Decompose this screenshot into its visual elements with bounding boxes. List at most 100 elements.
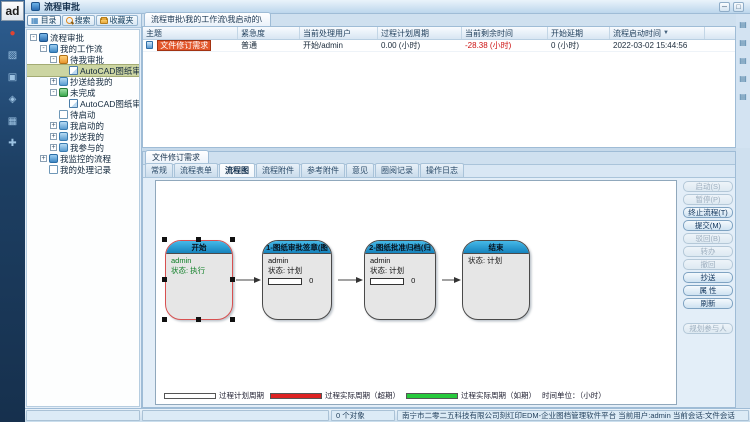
- main-content: 流程审批\我的工作流\我启动的\ 主题 紧急度 当前处理用户 过程计划周期 当前…: [142, 14, 736, 408]
- cc-icon: [59, 77, 68, 86]
- tree-item-participated[interactable]: + 我参与的: [27, 142, 139, 153]
- document-icon[interactable]: ▤: [736, 36, 750, 50]
- expander-icon[interactable]: +: [50, 144, 57, 151]
- tab-review-records[interactable]: 圈阅记录: [375, 163, 419, 177]
- cc-by-me-icon: [59, 132, 68, 141]
- expander-icon[interactable]: +: [50, 133, 57, 140]
- selection-handle[interactable]: [196, 237, 201, 242]
- submit-button[interactable]: 提交(M): [683, 220, 733, 231]
- tree-item-to-start[interactable]: 待启动: [27, 109, 139, 120]
- tree-item-autocad-flow[interactable]: AutoCAD图纸审批归档流程 (1): [27, 98, 139, 109]
- selection-handle[interactable]: [162, 317, 167, 322]
- progress-value: 0: [309, 276, 313, 285]
- chart-icon[interactable]: ▨: [0, 47, 25, 65]
- settings-icon[interactable]: ✚: [0, 135, 25, 153]
- flow-icon[interactable]: ◈: [0, 91, 25, 109]
- favorites-button[interactable]: 收藏夹: [96, 15, 138, 26]
- selection-handle[interactable]: [196, 317, 201, 322]
- col-remaining-time[interactable]: 当前剩余时间: [462, 27, 548, 39]
- transfer-button: 转办: [683, 246, 733, 257]
- diagram-legend: 过程计划周期 过程实际周期（超期） 过程实际周期（如期） 时间单位：（小时）: [164, 390, 606, 401]
- tree-item-monitored-flows[interactable]: + 我监控的流程: [27, 153, 139, 164]
- document-icon[interactable]: ▤: [736, 90, 750, 104]
- expander-icon[interactable]: -: [30, 34, 37, 41]
- selection-handle[interactable]: [230, 317, 235, 322]
- status-bar: 0 个对象 南宁市二零二五科技有限公司刻红印EDM-企业图档管理软件平台 当前用…: [25, 408, 750, 422]
- terminate-flow-button[interactable]: 终止流程(T): [683, 207, 733, 218]
- document-tab[interactable]: 文件修订需求: [145, 150, 209, 164]
- tab-flow-form[interactable]: 流程表单: [174, 163, 218, 177]
- workflow-tree: - 流程审批 - 我的工作流 - 待我审批 AutoCAD图纸审批归档流程 (1…: [26, 29, 140, 407]
- tab-operation-log[interactable]: 操作日志: [420, 163, 464, 177]
- to-start-icon: [59, 110, 68, 119]
- tree-item-root[interactable]: - 流程审批: [27, 32, 139, 43]
- tab-reference-attachments[interactable]: 参考附件: [301, 163, 345, 177]
- document-icon[interactable]: ▤: [736, 18, 750, 32]
- tree-item-cc-to-me[interactable]: + 抄送给我的: [27, 76, 139, 87]
- document-icon[interactable]: ▤: [736, 72, 750, 86]
- maximize-icon[interactable]: □: [733, 2, 744, 12]
- expander-icon[interactable]: -: [40, 45, 47, 52]
- cell-subject[interactable]: 文件修订需求: [143, 40, 238, 51]
- col-handler[interactable]: 当前处理用户: [300, 27, 378, 39]
- col-subject[interactable]: 主题: [143, 27, 238, 39]
- breadcrumb-tab[interactable]: 流程审批\我的工作流\我启动的\: [144, 12, 271, 26]
- window-app-icon: [31, 2, 40, 11]
- tree-item-process-records[interactable]: 我的处理记录: [27, 164, 139, 175]
- node-start[interactable]: 开始 admin 状态: 执行: [165, 240, 233, 320]
- node-approval-sign[interactable]: 1-图纸审批签章(图 admin 状态: 计划 0: [262, 240, 332, 320]
- tab-flow-diagram[interactable]: 流程图: [219, 163, 255, 177]
- detail-tabs: 常规 流程表单 流程图 流程附件 参考附件 意见 圈阅记录 操作日志: [143, 165, 735, 178]
- selection-handle[interactable]: [162, 277, 167, 282]
- monitor-icon[interactable]: ▣: [0, 69, 25, 87]
- document-icon[interactable]: ▤: [736, 54, 750, 68]
- properties-button[interactable]: 属 性: [683, 285, 733, 296]
- grid-icon[interactable]: ▦: [0, 113, 25, 131]
- expander-icon[interactable]: +: [40, 155, 47, 162]
- selection-handle[interactable]: [162, 237, 167, 242]
- plan-participants-button: 规划参与人: [683, 323, 733, 334]
- expander-icon[interactable]: -: [50, 56, 57, 63]
- table-header-row: 主题 紧急度 当前处理用户 过程计划周期 当前剩余时间 开始延期 流程启动时间 …: [143, 27, 735, 40]
- selection-handle[interactable]: [230, 277, 235, 282]
- expander-icon[interactable]: +: [50, 122, 57, 129]
- cell-start-delay: 0 (小时): [548, 40, 610, 51]
- search-label: 搜索: [75, 15, 91, 26]
- selection-handle[interactable]: [230, 237, 235, 242]
- expander-icon[interactable]: -: [50, 89, 57, 96]
- col-plan-period[interactable]: 过程计划周期: [378, 27, 462, 39]
- node-archive[interactable]: 2-图纸批准归档(归 admin 状态: 计划 0: [364, 240, 436, 320]
- expander-icon[interactable]: +: [50, 78, 57, 85]
- cell-plan-period: 0.00 (小时): [378, 40, 462, 51]
- tab-opinions[interactable]: 意见: [346, 163, 374, 177]
- tree-item-cc-by-me[interactable]: + 抄送我的: [27, 131, 139, 142]
- left-icon-rail: ad ● ▨ ▣ ◈ ▦ ✚: [0, 0, 25, 422]
- refresh-button[interactable]: 刷新: [683, 298, 733, 309]
- tree-item-unfinished[interactable]: - 未完成: [27, 87, 139, 98]
- notification-icon[interactable]: ●: [0, 25, 25, 43]
- tree-item-started-by-me[interactable]: + 我启动的: [27, 120, 139, 131]
- titlebar: 流程审批 ─ □: [25, 0, 750, 14]
- legend-overdue-label: 过程实际周期（超期）: [325, 391, 400, 400]
- col-urgency[interactable]: 紧急度: [238, 27, 300, 39]
- tree-item-pending-approval[interactable]: - 待我审批: [27, 54, 139, 65]
- tree-item-my-workflow[interactable]: - 我的工作流: [27, 43, 139, 54]
- unfinished-icon: [59, 88, 68, 97]
- minimize-icon[interactable]: ─: [719, 2, 730, 12]
- cc-button[interactable]: 抄送: [683, 272, 733, 283]
- node-end[interactable]: 结束 状态: 计划: [462, 240, 530, 320]
- tab-flow-attachments[interactable]: 流程附件: [256, 163, 300, 177]
- tree-item-autocad-flow-selected[interactable]: AutoCAD图纸审批归档流程 (1): [27, 65, 139, 76]
- pending-icon: [59, 55, 68, 64]
- search-button[interactable]: 搜索: [62, 15, 95, 26]
- started-icon: [59, 121, 68, 130]
- catalog-button[interactable]: ▦ 目录: [27, 15, 61, 26]
- tab-general[interactable]: 常规: [145, 163, 173, 177]
- col-start-time[interactable]: 流程启动时间 ▼: [610, 27, 705, 39]
- flow-diagram-canvas[interactable]: 开始 admin 状态: 执行: [155, 180, 677, 405]
- table-row[interactable]: 文件修订需求 普通 开始/admin 0.00 (小时) -28.38 (小时)…: [143, 40, 735, 52]
- cell-start-time: 2022-03-02 15:44:56: [610, 41, 705, 50]
- legend-ontime-swatch: [406, 393, 458, 399]
- col-start-delay[interactable]: 开始延期: [548, 27, 610, 39]
- status-segment-left: [26, 410, 140, 421]
